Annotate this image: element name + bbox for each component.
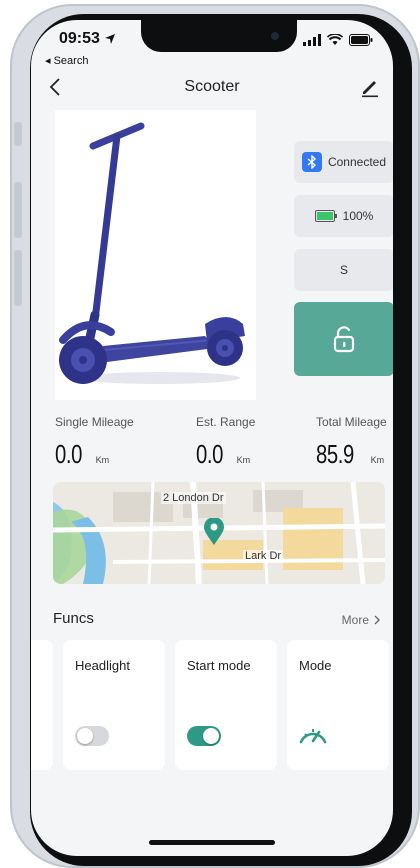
headlight-toggle[interactable] bbox=[75, 726, 109, 746]
stat-unit: Km bbox=[236, 455, 251, 465]
map-label-poi: Lark Dr bbox=[243, 550, 284, 562]
toggle-knob bbox=[203, 728, 219, 744]
stat-single-mileage: Single Mileage 0.0 Km bbox=[55, 415, 134, 470]
signal-icon bbox=[303, 34, 321, 46]
more-link[interactable]: More bbox=[342, 613, 381, 627]
func-card-headlight[interactable]: Headlight bbox=[63, 640, 165, 770]
status-icons bbox=[303, 34, 373, 46]
stat-unit: Km bbox=[95, 455, 110, 465]
func-card-label: Mode bbox=[299, 658, 332, 673]
mute-switch bbox=[14, 122, 22, 146]
battery-icon bbox=[349, 34, 373, 46]
volume-up-button bbox=[14, 182, 22, 238]
battery-status-pill: 100% bbox=[294, 195, 393, 237]
unlock-icon bbox=[333, 326, 355, 353]
stat-est-range: Est. Range 0.0 Km bbox=[196, 415, 255, 470]
status-back-search[interactable]: ◂ Search bbox=[45, 54, 88, 67]
map-pin-icon bbox=[204, 518, 224, 545]
status-time-group: 09:53 bbox=[59, 30, 116, 48]
home-indicator bbox=[149, 840, 275, 845]
camera bbox=[271, 32, 279, 40]
battery-level-icon bbox=[314, 210, 337, 222]
stat-total-mileage: Total Mileage 85.9 Km bbox=[316, 415, 387, 470]
speed-mode-pill[interactable]: S bbox=[294, 249, 393, 291]
stat-value: 85.9 bbox=[316, 439, 354, 469]
stat-label: Total Mileage bbox=[316, 415, 387, 429]
notch bbox=[141, 20, 297, 52]
speedometer-icon bbox=[299, 729, 327, 744]
more-label: More bbox=[341, 613, 369, 627]
chevron-right-icon bbox=[374, 615, 380, 625]
func-card-mode[interactable]: Mode bbox=[287, 640, 389, 770]
pencil-icon[interactable] bbox=[359, 76, 381, 98]
app-screen: 09:53 ◂ Search Scooter Connected 100% S … bbox=[31, 20, 393, 856]
scooter-illustration bbox=[59, 122, 245, 384]
location-arrow-icon bbox=[104, 34, 115, 44]
stat-label: Single Mileage bbox=[55, 415, 134, 429]
toggle-knob bbox=[77, 728, 93, 744]
connection-status-text: Connected bbox=[327, 155, 387, 169]
func-card-start-mode[interactable]: Start mode bbox=[175, 640, 277, 770]
func-card-partial[interactable] bbox=[31, 640, 53, 770]
stat-label: Est. Range bbox=[196, 415, 256, 429]
bluetooth-icon bbox=[301, 152, 322, 172]
scooter-image bbox=[55, 110, 256, 400]
status-time: 09:53 bbox=[59, 30, 100, 47]
page-title: Scooter bbox=[184, 78, 240, 95]
stat-value: 0.0 bbox=[55, 439, 83, 469]
funcs-title: Funcs bbox=[53, 610, 94, 627]
func-card-label: Headlight bbox=[75, 658, 130, 673]
unlock-button[interactable] bbox=[294, 302, 393, 376]
location-map[interactable]: 2 London Dr Lark Dr bbox=[53, 482, 385, 584]
connection-status-pill: Connected bbox=[294, 141, 393, 183]
func-card-label: Start mode bbox=[187, 658, 251, 673]
volume-down-button bbox=[14, 250, 22, 306]
wifi-icon bbox=[327, 34, 343, 45]
speed-mode-value: S bbox=[339, 263, 348, 277]
map-label-address: 2 London Dr bbox=[161, 492, 226, 504]
stat-unit: Km bbox=[370, 455, 385, 465]
stat-value: 0.0 bbox=[196, 439, 224, 469]
start-mode-toggle[interactable] bbox=[187, 726, 221, 746]
battery-percentage: 100% bbox=[342, 209, 374, 223]
